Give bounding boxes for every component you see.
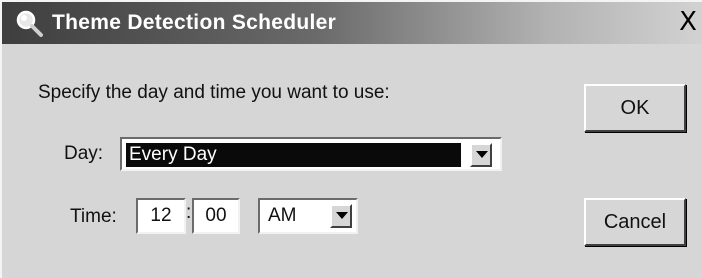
instruction-text: Specify the day and time you want to use… bbox=[38, 82, 390, 103]
ampm-dropdown-button[interactable] bbox=[330, 204, 352, 228]
day-label: Day: bbox=[64, 143, 104, 164]
ampm-selected-value: AM bbox=[268, 205, 297, 226]
title-bar: Theme Detection Scheduler X bbox=[2, 2, 702, 44]
chevron-down-icon bbox=[476, 151, 488, 158]
minute-value: 00 bbox=[205, 205, 227, 226]
cancel-button[interactable]: Cancel bbox=[584, 198, 686, 246]
close-button[interactable]: X bbox=[674, 6, 702, 38]
hour-field[interactable]: 12 bbox=[136, 198, 186, 234]
time-separator: : bbox=[186, 202, 192, 223]
time-label: Time: bbox=[70, 206, 117, 227]
hour-value: 12 bbox=[150, 205, 172, 226]
magnifier-icon bbox=[14, 8, 44, 38]
scheduler-dialog: Theme Detection Scheduler X Specify the … bbox=[0, 0, 702, 278]
ok-button[interactable]: OK bbox=[584, 84, 686, 132]
day-dropdown-button[interactable] bbox=[470, 143, 492, 167]
window-title: Theme Detection Scheduler bbox=[52, 11, 337, 34]
day-combobox[interactable]: Every Day bbox=[120, 137, 502, 171]
day-selected-value: Every Day bbox=[126, 143, 461, 167]
chevron-down-icon bbox=[336, 212, 348, 219]
minute-field[interactable]: 00 bbox=[192, 198, 240, 234]
ampm-combobox[interactable]: AM bbox=[258, 198, 358, 234]
